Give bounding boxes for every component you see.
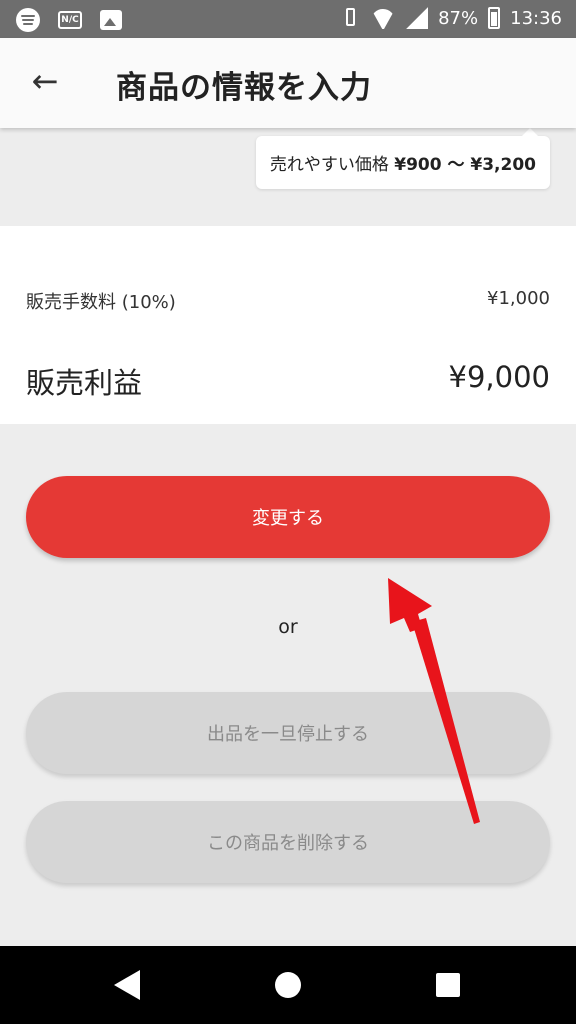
- image-icon: [100, 10, 122, 30]
- price-hint-tooltip: 売れやすい価格 ¥900 〜 ¥3,200: [255, 128, 550, 189]
- signal-icon: [406, 7, 429, 29]
- price-hint-label: 売れやすい価格: [269, 155, 395, 175]
- sales-summary-card: 販売手数料 (10%) ¥1,000 販売利益 ¥9,000: [0, 226, 576, 424]
- back-arrow-icon[interactable]: ←: [28, 65, 62, 100]
- page-title: 商品の情報を入力: [116, 70, 372, 106]
- fee-value: ¥1,000: [487, 288, 550, 309]
- battery-percent: 87%: [438, 7, 479, 29]
- clock: 13:36: [510, 7, 562, 29]
- profit-value: ¥9,000: [448, 360, 550, 394]
- system-nav-bar: [0, 946, 576, 1024]
- nfc-icon: N/C: [58, 11, 82, 29]
- wifi-icon: [370, 7, 396, 29]
- fee-label: 販売手数料 (10%): [26, 292, 176, 313]
- profit-label: 販売利益: [26, 366, 143, 400]
- annotation-arrow-icon: [388, 578, 480, 824]
- battery-icon: [488, 7, 501, 29]
- price-hint-range: ¥900 〜 ¥3,200: [394, 155, 536, 175]
- app-bar: ← 商品の情報を入力: [0, 38, 576, 128]
- back-triangle-icon[interactable]: [114, 970, 140, 1000]
- spotify-icon: [16, 8, 40, 32]
- status-bar: N/C 87% 13:36: [0, 0, 576, 38]
- home-circle-icon[interactable]: [275, 972, 301, 998]
- recent-square-icon[interactable]: [436, 973, 460, 997]
- vibrate-icon: [340, 6, 360, 30]
- update-button[interactable]: 変更する: [26, 476, 550, 558]
